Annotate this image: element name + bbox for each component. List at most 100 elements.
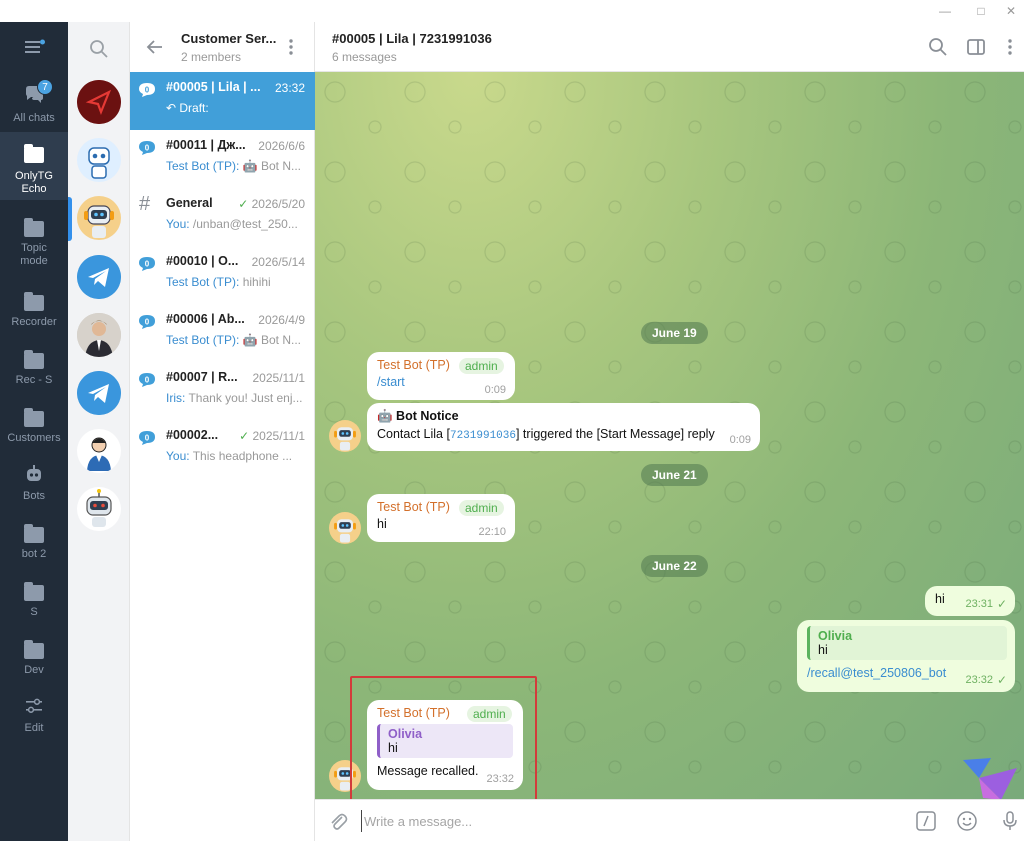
folder-label: Customers	[7, 432, 61, 444]
reply-quote[interactable]: Olivia hi	[807, 626, 1007, 660]
message-time: 22:10	[478, 526, 506, 538]
folder-rec-s[interactable]: Rec - S	[0, 338, 68, 396]
bot-command-icon[interactable]	[915, 810, 937, 832]
check-icon: ✓	[238, 197, 252, 211]
folder-s[interactable]: S	[0, 570, 68, 628]
message-count: 6 messages	[332, 50, 397, 64]
folder-topic-mode[interactable]: Topic mode	[0, 206, 68, 270]
notice-title: 🤖 Bot Notice	[377, 409, 459, 423]
svg-text:0: 0	[145, 86, 150, 95]
telegram-icon	[77, 255, 121, 299]
more-vertical-icon[interactable]	[288, 38, 294, 56]
robot-icon	[86, 489, 112, 527]
folder-onlytg-echo[interactable]: OnlyTG Echo	[0, 132, 68, 200]
message-bubble[interactable]: Test Bot (TP) admin hi 22:10	[367, 494, 515, 542]
sender-avatar[interactable]	[329, 420, 361, 452]
folder-icon	[24, 640, 44, 660]
chat-background[interactable]: June 19 Test Bot (TP) admin /start 0:09 …	[315, 72, 1024, 799]
topic-time: ✓ 2025/11/1	[239, 429, 305, 443]
chat-bubble-icon: 0	[139, 315, 155, 329]
folder-label: Edit	[24, 722, 44, 734]
admin-tag: admin	[459, 500, 504, 516]
svg-text:0: 0	[145, 144, 150, 153]
topic-time: 2026/6/6	[258, 139, 305, 153]
topic-row[interactable]: 0 #00005 | Lila | ... 23:32 ↶ Draft:	[130, 72, 315, 130]
robot-icon	[334, 519, 356, 543]
highlight-box	[350, 676, 537, 799]
attach-icon[interactable]	[327, 810, 349, 832]
menu-button[interactable]	[0, 22, 68, 72]
chat-bubble-icon: 0	[139, 141, 155, 155]
sidebar-toggle-icon[interactable]	[965, 36, 987, 58]
folder-label: Rec - S	[15, 374, 53, 386]
avatar-person-suit[interactable]	[77, 313, 121, 357]
folder-icon	[24, 408, 44, 428]
admin-tag: admin	[459, 358, 504, 374]
topic-list-header: Customer Ser... 2 members	[130, 22, 315, 72]
avatar-telegram-2[interactable]	[77, 371, 121, 415]
folder-edit[interactable]: Edit	[0, 686, 68, 744]
bot-icon	[27, 465, 41, 481]
maximize-icon[interactable]: □	[966, 2, 996, 20]
topic-row[interactable]: 0 #00010 | O... 2026/5/14 Test Bot (TP):…	[130, 246, 315, 304]
more-vertical-icon[interactable]	[999, 36, 1021, 58]
topic-row[interactable]: 0 #00006 | Ab... 2026/4/9 Test Bot (TP):…	[130, 304, 315, 362]
message-time: 23:32	[965, 674, 993, 686]
bot-notice-bubble[interactable]: 🤖 Bot Notice Contact Lila [7231991036] t…	[367, 403, 760, 451]
folder-dev[interactable]: Dev	[0, 628, 68, 686]
message-bubble[interactable]: Test Bot (TP) admin /start 0:09	[367, 352, 515, 400]
folder-all-chats[interactable]: 7 All chats	[0, 74, 68, 132]
topic-row[interactable]: 0 #00007 | R... 2025/11/1 Iris: Thank yo…	[130, 362, 315, 420]
robot-emoji-icon: 🤖	[377, 409, 397, 423]
folder-customers[interactable]: Customers	[0, 396, 68, 454]
group-title: Customer Ser...	[181, 31, 277, 46]
message-time: 0:09	[729, 434, 751, 446]
topic-time: 2026/5/14	[251, 255, 305, 269]
unread-badge: 7	[37, 79, 53, 95]
topic-title: #00011 | Дж...	[166, 138, 246, 152]
folder-bots[interactable]: Bots	[0, 454, 68, 512]
folder-label: OnlyTG Echo	[15, 170, 53, 195]
search-icon[interactable]	[927, 36, 949, 58]
message-input[interactable]	[361, 810, 901, 832]
topic-preview: You: This headphone ...	[166, 449, 293, 463]
avatar-robot-antenna[interactable]	[77, 487, 121, 531]
chat-panel: #00005 | Lila | 7231991036 6 messages Ju…	[315, 22, 1024, 841]
topic-row[interactable]: 0 #00002... ✓ 2025/11/1 You: This headph…	[130, 420, 315, 478]
search-icon[interactable]	[88, 38, 110, 60]
topic-title: #00007 | R...	[166, 370, 238, 384]
folder-bot-2[interactable]: bot 2	[0, 512, 68, 570]
outgoing-message[interactable]: hi 23:31 ✓	[925, 586, 1015, 616]
minimize-icon[interactable]: —	[930, 2, 960, 20]
topic-row-general[interactable]: # General ✓ 2026/5/20 You: /unban@test_2…	[130, 188, 315, 246]
avatar-telegram[interactable]	[77, 255, 121, 299]
emoji-icon[interactable]	[956, 810, 978, 832]
folder-icon	[24, 218, 44, 238]
folder-label: Topic mode	[20, 242, 48, 267]
topic-time: 2025/11/1	[252, 371, 306, 385]
folder-rail: 7 All chats OnlyTG Echo Topic mode Recor…	[0, 22, 68, 841]
folder-label: Bots	[22, 490, 45, 502]
avatar-bot-headphones[interactable]	[77, 196, 121, 240]
avatar-agent[interactable]	[77, 429, 121, 473]
back-arrow-icon[interactable]	[146, 38, 164, 56]
folder-recorder[interactable]: Recorder	[0, 280, 68, 338]
echo-logo-icon	[77, 80, 121, 124]
microphone-icon[interactable]	[999, 810, 1021, 832]
folder-label: Recorder	[11, 316, 57, 328]
outgoing-message[interactable]: Olivia hi /recall@test_250806_bot 23:32 …	[797, 620, 1015, 692]
avatar-echo[interactable]	[77, 80, 121, 124]
topic-title: #00002...	[166, 428, 219, 442]
close-icon[interactable]: ✕	[996, 2, 1024, 20]
topic-preview: Test Bot (TP): 🤖 Bot N...	[166, 159, 301, 173]
sender-avatar[interactable]	[329, 512, 361, 544]
read-check-icon: ✓	[996, 673, 1007, 687]
avatar-robot-blue[interactable]	[77, 138, 121, 182]
topic-preview: You: /unban@test_250...	[166, 217, 298, 231]
topic-row[interactable]: 0 #00011 | Дж... 2026/6/6 Test Bot (TP):…	[130, 130, 315, 188]
member-count: 2 members	[181, 50, 242, 64]
hash-icon: #	[139, 193, 151, 215]
read-check-icon: ✓	[996, 597, 1007, 611]
folder-label: bot 2	[21, 548, 47, 560]
telegram-icon	[77, 371, 121, 415]
